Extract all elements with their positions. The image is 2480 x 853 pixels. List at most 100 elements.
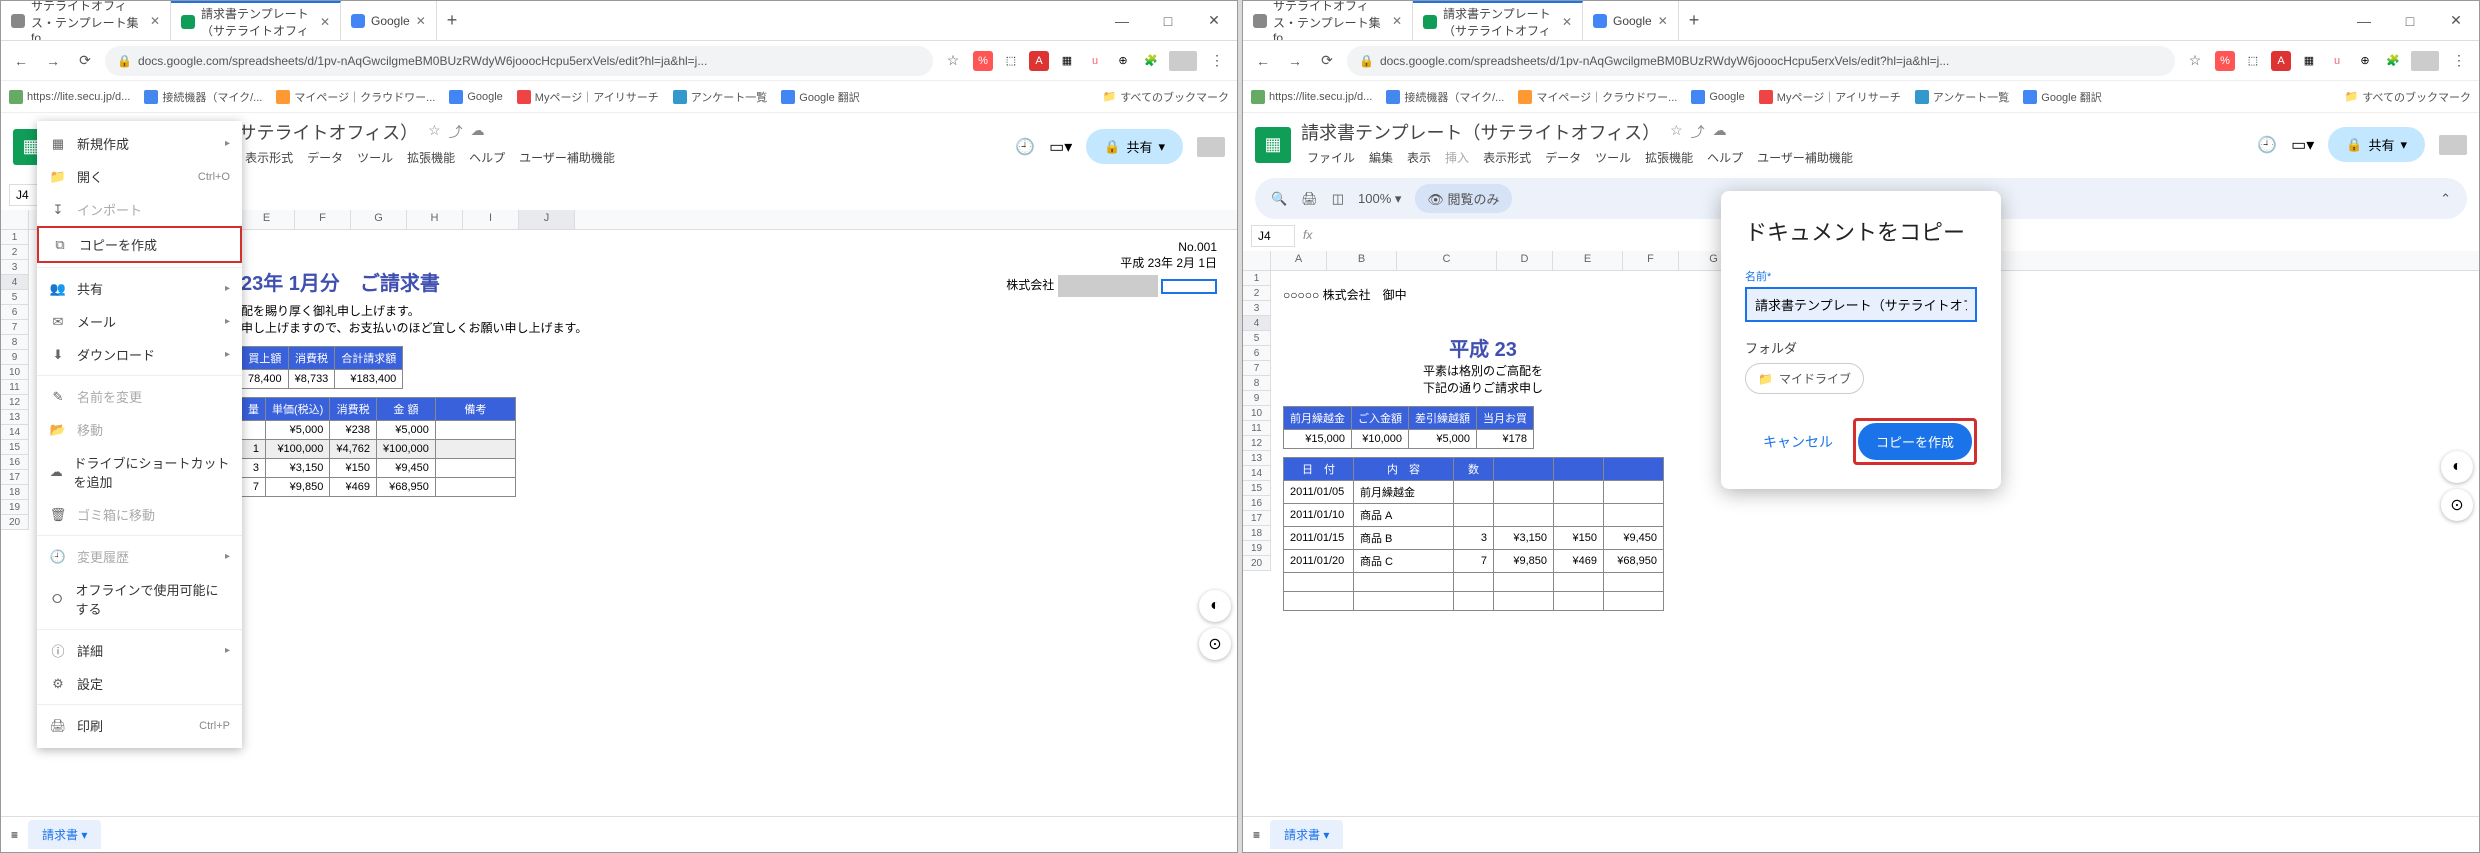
explore-fab[interactable]: ◐: [2441, 451, 2473, 483]
reload-button[interactable]: ⟳: [73, 49, 97, 73]
selected-cell[interactable]: [1161, 279, 1217, 294]
account-avatar[interactable]: [1197, 137, 1225, 157]
menu-icon[interactable]: ⋮: [2447, 49, 2471, 73]
menu-help[interactable]: ヘルプ: [1701, 145, 1749, 170]
bookmark-item[interactable]: Google: [1691, 90, 1744, 104]
side-fab-2[interactable]: ⊙: [2441, 489, 2473, 521]
menu-data[interactable]: データ: [1539, 145, 1587, 170]
forward-button[interactable]: →: [41, 49, 65, 73]
bookmark-item[interactable]: 接続機器（マイク/...: [144, 89, 262, 105]
browser-tab-1[interactable]: サテライトオフィス・テンプレート集 fo✕: [1, 1, 171, 40]
bookmark-item[interactable]: Myページ｜アイリサーチ: [517, 89, 659, 105]
url-field[interactable]: 🔒docs.google.com/spreadsheets/d/1pv-nAqG…: [105, 46, 933, 76]
menu-file[interactable]: ファイル: [1301, 145, 1361, 170]
menu-accessibility[interactable]: ユーザー補助機能: [513, 145, 621, 174]
sheet-tab[interactable]: 請求書 ▾: [28, 820, 101, 849]
browser-tab-3[interactable]: Google✕: [341, 1, 437, 40]
account-avatar[interactable]: [2439, 135, 2467, 155]
ext-icon[interactable]: %: [973, 51, 993, 71]
menu-help[interactable]: ヘルプ: [463, 145, 511, 174]
menu-icon[interactable]: ⋮: [1205, 49, 1229, 73]
folder-chip[interactable]: 📁 マイドライブ: [1745, 363, 1864, 394]
menu-new[interactable]: ▦新規作成▸: [37, 127, 242, 160]
view-only-badge[interactable]: 👁 閲覧のみ: [1415, 184, 1511, 213]
menu-shortcut[interactable]: ☁ドライブにショートカットを追加: [37, 446, 242, 498]
browser-tab-1[interactable]: サテライトオフィス・テンプレート集 fo✕: [1243, 1, 1413, 40]
menu-insert[interactable]: 挿入: [1439, 145, 1475, 170]
reload-button[interactable]: ⟳: [1315, 49, 1339, 73]
profile-avatar[interactable]: [2411, 51, 2439, 71]
star-icon[interactable]: ☆: [428, 122, 441, 142]
confirm-copy-button[interactable]: コピーを作成: [1858, 423, 1972, 460]
move-icon[interactable]: ⤴: [449, 122, 463, 142]
ext-icon[interactable]: %: [2215, 51, 2235, 71]
back-button[interactable]: ←: [1251, 49, 1275, 73]
menu-format[interactable]: 表示形式: [239, 145, 299, 174]
move-icon[interactable]: ⤴: [1691, 122, 1705, 142]
star-icon[interactable]: ☆: [941, 49, 965, 73]
bookmark-item[interactable]: 接続機器（マイク/...: [1386, 89, 1504, 105]
menu-accessibility[interactable]: ユーザー補助機能: [1751, 145, 1859, 170]
menu-edit[interactable]: 編集: [1363, 145, 1399, 170]
ext-icon[interactable]: u: [2327, 51, 2347, 71]
close-button[interactable]: ✕: [2433, 1, 2479, 40]
minimize-button[interactable]: —: [2341, 1, 2387, 40]
print-icon[interactable]: 🖨: [1301, 191, 1318, 207]
ext-icon[interactable]: ⬚: [1001, 51, 1021, 71]
bookmark-item[interactable]: マイページ｜クラウドワー...: [1518, 89, 1677, 105]
bookmark-item[interactable]: アンケート一覧: [673, 89, 768, 105]
close-button[interactable]: ✕: [1191, 1, 1237, 40]
bookmark-item[interactable]: Google: [449, 90, 502, 104]
maximize-button[interactable]: □: [1145, 1, 1191, 40]
bookmark-item[interactable]: Google 翻訳: [2023, 89, 2102, 105]
cancel-button[interactable]: キャンセル: [1751, 418, 1845, 465]
all-bookmarks[interactable]: 📁 すべてのブックマーク: [2345, 89, 2472, 105]
menu-detail[interactable]: ⓘ詳細▸: [37, 634, 242, 667]
ext-icon[interactable]: ▦: [1057, 51, 1077, 71]
menu-share[interactable]: 👥共有▸: [37, 272, 242, 305]
menu-extensions[interactable]: 拡張機能: [401, 145, 461, 174]
history-icon[interactable]: 🕘: [1015, 137, 1035, 157]
star-icon[interactable]: ☆: [2183, 49, 2207, 73]
cloud-icon[interactable]: ☁: [471, 122, 485, 142]
cloud-icon[interactable]: ☁: [1713, 122, 1727, 142]
back-button[interactable]: ←: [9, 49, 33, 73]
share-button[interactable]: 🔒 共有 ▾: [1086, 129, 1183, 164]
ext-icon[interactable]: ▦: [2299, 51, 2319, 71]
profile-avatar[interactable]: [1169, 51, 1197, 71]
history-icon[interactable]: 🕘: [2257, 135, 2277, 155]
bookmark-item[interactable]: Google 翻訳: [781, 89, 860, 105]
browser-tab-3[interactable]: Google✕: [1583, 1, 1679, 40]
copy-name-input[interactable]: [1745, 287, 1977, 322]
bookmark-item[interactable]: https://lite.secu.jp/d...: [9, 90, 130, 104]
browser-tab-2[interactable]: 請求書テンプレート（サテライトオフィ✕: [171, 1, 341, 40]
menu-mail[interactable]: ✉メール▸: [37, 305, 242, 338]
ext-icon[interactable]: ⊕: [1113, 51, 1133, 71]
forward-button[interactable]: →: [1283, 49, 1307, 73]
search-icon[interactable]: 🔍: [1271, 191, 1287, 207]
side-fab-2[interactable]: ⊙: [1199, 628, 1231, 660]
sheet-tab[interactable]: 請求書 ▾: [1270, 820, 1343, 849]
menu-print[interactable]: 🖨印刷Ctrl+P: [37, 709, 242, 742]
ext-icon[interactable]: 🧩: [2383, 51, 2403, 71]
name-box[interactable]: J4: [1251, 225, 1295, 247]
gallery-icon[interactable]: ◫: [1332, 191, 1344, 207]
bookmark-item[interactable]: マイページ｜クラウドワー...: [276, 89, 435, 105]
new-tab-button[interactable]: +: [1679, 1, 1710, 40]
sheets-logo[interactable]: ▦: [1255, 127, 1291, 163]
all-bookmarks[interactable]: 📁 すべてのブックマーク: [1103, 89, 1230, 105]
new-tab-button[interactable]: +: [437, 1, 468, 40]
doc-title[interactable]: 請求書テンプレート（サテライトオフィス）: [1301, 119, 1660, 145]
menu-tools[interactable]: ツール: [351, 145, 399, 174]
maximize-button[interactable]: □: [2387, 1, 2433, 40]
all-sheets-icon[interactable]: ≡: [11, 828, 18, 842]
star-icon[interactable]: ☆: [1670, 122, 1683, 142]
menu-settings[interactable]: ⚙設定: [37, 667, 242, 700]
share-button[interactable]: 🔒 共有 ▾: [2328, 127, 2425, 162]
menu-extensions[interactable]: 拡張機能: [1639, 145, 1699, 170]
ext-icon[interactable]: A: [1029, 51, 1049, 71]
menu-format[interactable]: 表示形式: [1477, 145, 1537, 170]
menu-tools[interactable]: ツール: [1589, 145, 1637, 170]
bookmark-item[interactable]: Myページ｜アイリサーチ: [1759, 89, 1901, 105]
ext-icon[interactable]: 🧩: [1141, 51, 1161, 71]
